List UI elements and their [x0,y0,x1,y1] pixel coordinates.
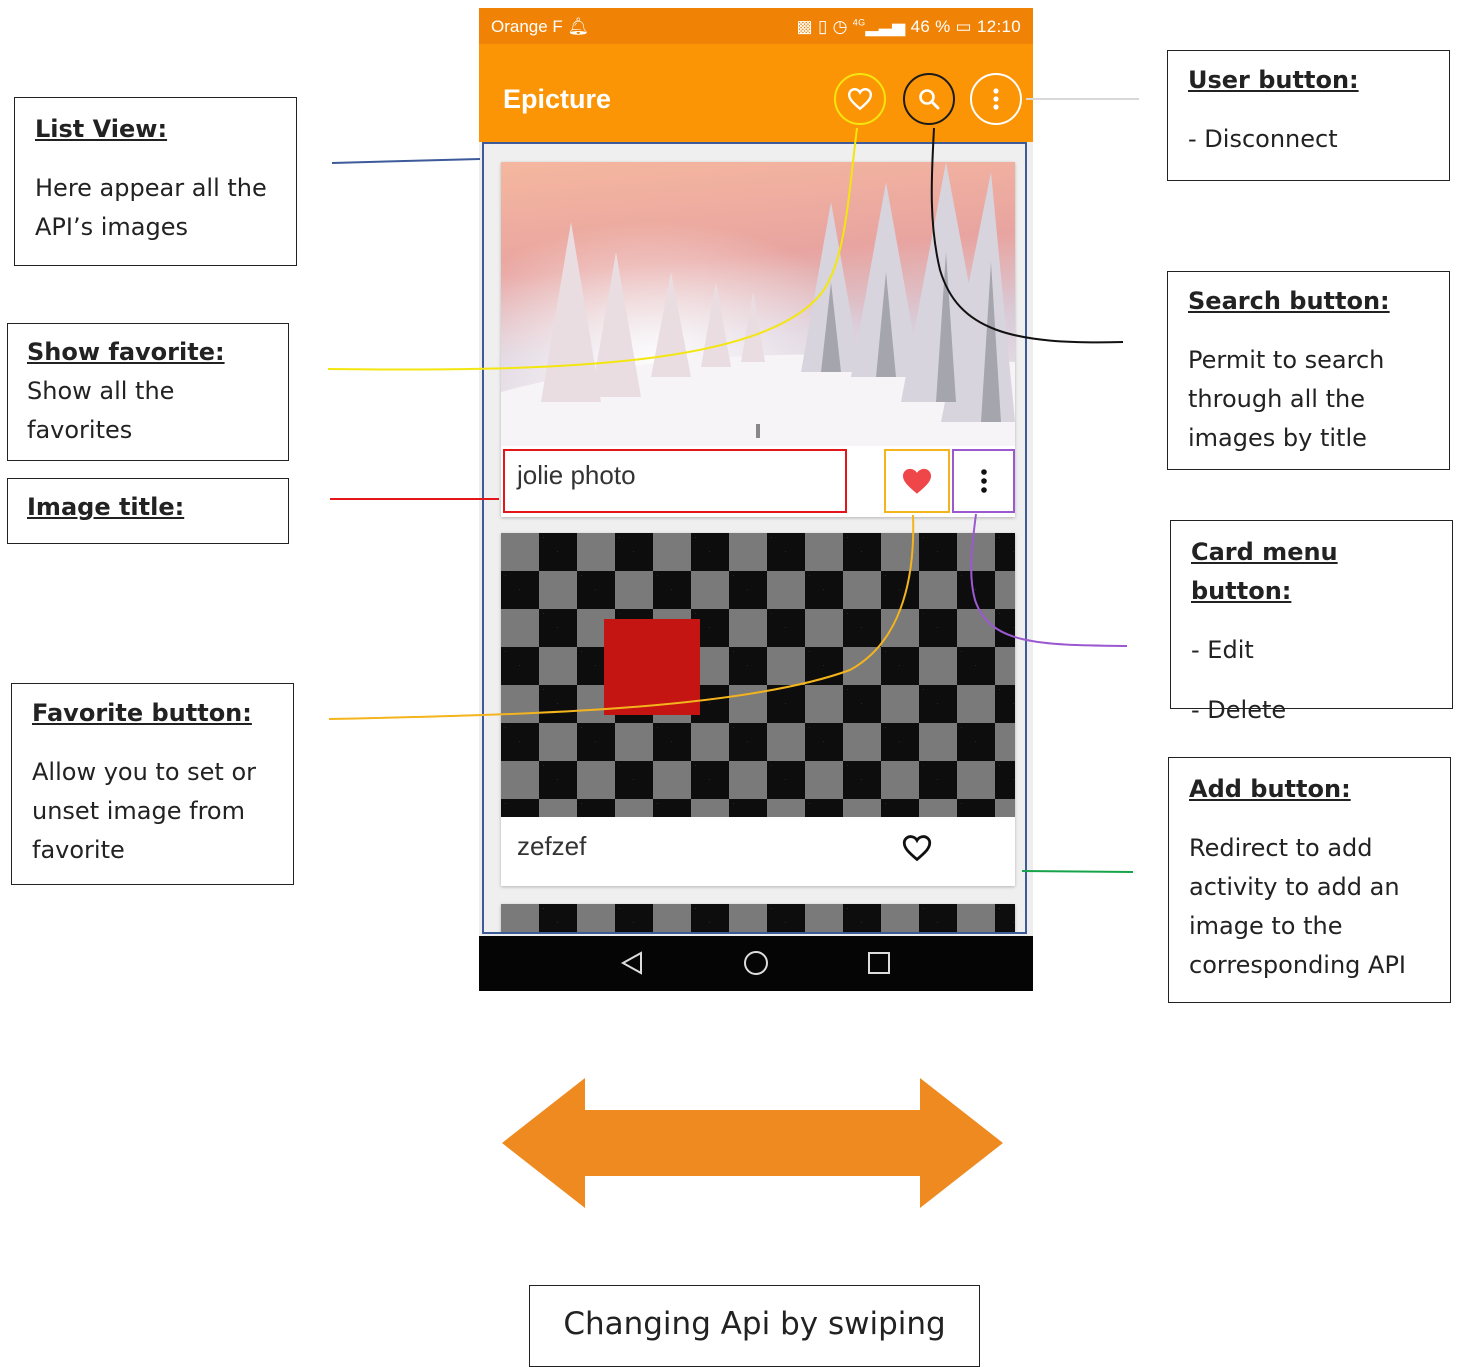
battery-percent: 46 % [910,17,951,36]
callout-heading: List View: [35,115,168,143]
favorite-button-callout: Favorite button: Allow you to set or uns… [11,683,294,885]
favorite-button[interactable] [901,834,933,866]
callout-text: - Disconnect [1188,125,1338,153]
status-indicators: ▩ ▯ ◷ 4G▂▃▅ 46 % ▭ 12:10 [797,17,1021,37]
nav-buttons [620,951,890,975]
system-nav-bar [479,936,1033,991]
callout-heading: Image title: [27,493,185,521]
callout-text: Permit to search through all the images … [1188,346,1385,452]
callout-text: Allow you to set or unset image from fav… [32,758,257,864]
alarm-icon: ◷ [832,17,848,36]
callout-heading: Add button: [1189,775,1351,803]
phone-screenshot: Orange F 🔔︎ ▩ ▯ ◷ 4G▂▃▅ 46 % ▭ 12:10 Epi… [479,8,1033,991]
image-list-view[interactable]: jolie photo zefzef [482,142,1027,934]
vibrate-icon: ▯ [817,17,828,36]
heart-outline-icon [902,835,932,862]
callout-heading: User button: [1188,66,1359,94]
app-bar: Epicture [479,44,1033,142]
search-button[interactable] [903,73,955,125]
card-menu-button-callout: Card menu button: - Edit - Delete [1170,520,1453,724]
bell-icon: 🔔︎ [567,17,590,36]
card-title: zefzef [517,831,587,861]
network-type: 4G [852,17,866,28]
snowy-forest-picture [501,162,1015,446]
card-image[interactable] [501,533,1015,817]
more-vertical-icon [980,469,987,493]
callout-heading: Show favorite: [27,338,225,366]
signal-icon: ▂▃▅ [865,17,906,36]
user-menu-button[interactable] [970,73,1022,125]
callout-heading: Card menu button: [1191,538,1338,605]
card-title: jolie photo [517,460,636,490]
card-menu-button[interactable] [952,449,1015,513]
more-vertical-icon [993,88,999,110]
callout-text: Show all the favorites [27,377,175,444]
callout-text: - Delete [1191,696,1287,724]
heart-filled-icon [903,468,931,494]
show-favorites-button[interactable] [834,73,886,125]
callout-text: - Edit [1191,636,1254,664]
recents-icon [868,952,890,974]
back-icon [620,951,642,975]
search-button-callout: Search button: Permit to search through … [1167,271,1450,470]
home-icon [744,951,768,975]
nfc-icon: ▩ [796,17,813,36]
heart-outline-icon [847,88,873,111]
image-title-callout: Image title: [7,478,289,544]
app-title: Epicture [503,84,612,114]
add-button-connector [1021,870,1134,873]
search-icon [919,89,940,110]
list-view-connector [331,158,481,164]
carrier-label: Orange F 🔔︎ [491,17,590,36]
list-view-callout: List View: Here appear all the API’s ima… [14,97,297,266]
callout-heading: Favorite button: [32,699,252,727]
callout-text: Redirect to add activity to add an image… [1189,834,1407,979]
red-square-picture [604,619,700,715]
battery-icon: ▭ [955,17,972,36]
image-card[interactable]: jolie photo [501,162,1015,517]
swipe-double-arrow [502,1078,1003,1208]
callout-text: Here appear all the API’s images [35,174,267,241]
image-card[interactable]: zefzef [501,533,1015,886]
status-bar: Orange F 🔔︎ ▩ ▯ ◷ 4G▂▃▅ 46 % ▭ 12:10 [479,8,1033,44]
card-image[interactable] [501,162,1015,446]
callout-heading: Search button: [1188,287,1390,315]
user-button-callout: User button: - Disconnect [1167,50,1450,181]
card-image[interactable] [501,904,1015,932]
favorite-button[interactable] [884,449,950,513]
image-card[interactable] [501,904,1015,932]
clock: 12:10 [976,17,1021,36]
show-favorite-callout: Show favorite: Show all the favorites [7,323,289,461]
add-button-callout: Add button: Redirect to add activity to … [1168,757,1451,1003]
